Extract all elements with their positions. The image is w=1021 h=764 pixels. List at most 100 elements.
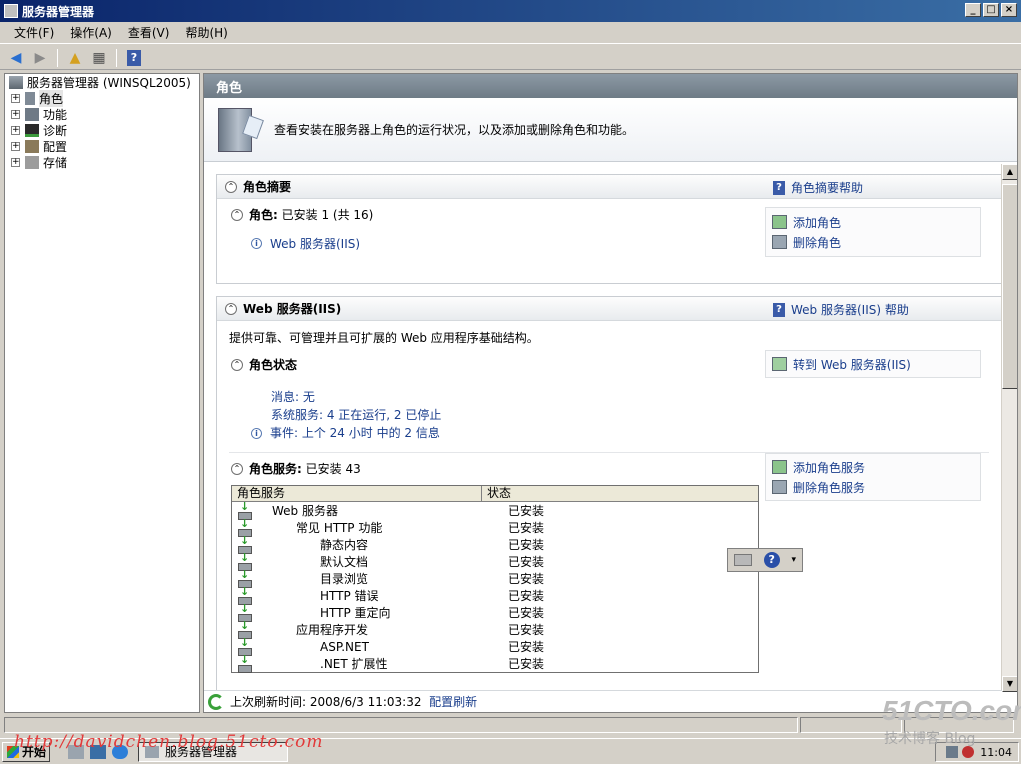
- web-server-help-link[interactable]: ? Web 服务器(IIS) 帮助: [773, 301, 909, 318]
- table-header: 角色服务 状态: [232, 486, 758, 502]
- minimize-button[interactable]: _: [965, 3, 981, 17]
- maximize-button[interactable]: □: [983, 3, 999, 17]
- table-row[interactable]: 应用程序开发 已安装: [232, 619, 758, 639]
- watermark-logo: 51CTO.com: [882, 695, 1021, 726]
- tree-root[interactable]: 服务器管理器 (WINSQL2005): [5, 74, 199, 90]
- table-row[interactable]: HTTP 重定向 已安装: [232, 602, 758, 622]
- refresh-icon[interactable]: [208, 693, 224, 710]
- status-panel: [4, 717, 798, 733]
- collapse-icon[interactable]: ⌃: [231, 208, 243, 221]
- role-service-name: .NET 扩展性: [320, 657, 388, 671]
- roles-actions: 添加角色 删除角色: [765, 207, 981, 257]
- table-body: Web 服务器已安装常见 HTTP 功能已安装静态内容已安装默认文档已安装目录浏…: [232, 500, 758, 673]
- role-status-subsection: ⌃ 角色状态 消息: 无 系统服务: 4 正在运行, 2 已停止 i 事件: 上个…: [217, 350, 1001, 452]
- menu-action[interactable]: 操作(A): [62, 24, 120, 41]
- table-row[interactable]: 静态内容 已安装: [232, 534, 758, 554]
- expand-icon[interactable]: +: [11, 109, 20, 119]
- help-icon[interactable]: ?: [124, 48, 144, 68]
- navigation-tree: 服务器管理器 (WINSQL2005) + 角色 + 功能 + 诊断 + 配置 …: [4, 73, 200, 713]
- section-title: Web 服务器(IIS): [243, 302, 342, 316]
- tree-item-features[interactable]: + 功能: [5, 106, 199, 122]
- role-service-name: ASP.NET: [320, 639, 369, 654]
- collapse-icon[interactable]: ⌃: [231, 462, 243, 475]
- table-row[interactable]: ASP.NET 已安装: [232, 636, 758, 656]
- info-icon: i: [251, 238, 262, 249]
- remove-service-icon: [772, 480, 787, 494]
- configure-refresh-link[interactable]: 配置刷新: [429, 693, 477, 710]
- role-service-name: Web 服务器: [272, 504, 338, 518]
- remove-roles-link[interactable]: 删除角色: [772, 232, 974, 252]
- table-row[interactable]: 默认文档 已安装: [232, 551, 758, 571]
- intro-text: 查看安装在服务器上角色的运行状况，以及添加或删除角色和功能。: [274, 123, 635, 137]
- tree-item-label: 诊断: [43, 123, 68, 138]
- expand-icon[interactable]: +: [11, 141, 20, 151]
- watermark-logo-subtitle: 技术博客 Blog: [884, 731, 976, 747]
- menu-file[interactable]: 文件(F): [6, 24, 62, 41]
- remove-role-icon: [772, 235, 787, 249]
- tree-item-diagnostics[interactable]: + 诊断: [5, 122, 199, 138]
- add-role-services-link[interactable]: 添加角色服务: [772, 457, 974, 477]
- tree-item-roles[interactable]: + 角色: [5, 89, 199, 107]
- web-server-section: ⌃ Web 服务器(IIS) ? Web 服务器(IIS) 帮助 提供可靠、可管…: [216, 296, 1002, 694]
- collapse-icon[interactable]: ⌃: [225, 302, 237, 315]
- table-row[interactable]: 目录浏览 已安装: [232, 568, 758, 588]
- scroll-thumb[interactable]: [1002, 184, 1017, 389]
- role-service-status: 已安装: [508, 521, 545, 535]
- tree-root-label: 服务器管理器 (WINSQL2005): [27, 75, 191, 90]
- roles-summary-section: ⌃ 角色摘要 ? 角色摘要帮助 ⌃ 角色: 已安装 1 (共 16) i Web…: [216, 174, 1002, 284]
- events-status[interactable]: 事件: 上个 24 小时 中的 2 信息: [270, 424, 440, 442]
- intro-banner: 查看安装在服务器上角色的运行状况，以及添加或删除角色和功能。: [204, 98, 1017, 162]
- role-service-name: 应用程序开发: [296, 623, 369, 637]
- remove-role-services-link[interactable]: 删除角色服务: [772, 477, 974, 497]
- show-hide-tree-icon[interactable]: ▦: [89, 48, 109, 68]
- keyboard-icon[interactable]: [733, 554, 752, 566]
- collapse-icon[interactable]: ⌃: [231, 358, 243, 371]
- goto-web-server-link[interactable]: 转到 Web 服务器(IIS): [772, 354, 974, 374]
- help-icon[interactable]: ?: [763, 552, 780, 568]
- role-service-status: 已安装: [508, 538, 545, 552]
- tree-item-storage[interactable]: + 存储: [5, 154, 199, 170]
- close-button[interactable]: ×: [1001, 3, 1017, 17]
- expand-icon[interactable]: +: [11, 125, 20, 135]
- window-title: 服务器管理器: [22, 4, 95, 19]
- clock[interactable]: 11:04: [980, 746, 1012, 759]
- table-row[interactable]: HTTP 错误 已安装: [232, 585, 758, 605]
- column-header-status[interactable]: 状态: [482, 486, 758, 501]
- section-header[interactable]: ⌃ 角色摘要 ? 角色摘要帮助: [217, 175, 1001, 199]
- menu-help[interactable]: 帮助(H): [177, 24, 235, 41]
- vertical-scrollbar[interactable]: ▲ ▼: [1001, 164, 1017, 692]
- server-roles-icon: [218, 107, 252, 152]
- collapse-icon[interactable]: ⌃: [225, 180, 237, 193]
- scroll-up-icon[interactable]: ▲: [1002, 164, 1017, 180]
- table-row[interactable]: Web 服务器 已安装: [232, 500, 758, 520]
- roles-summary-help-link[interactable]: ? 角色摘要帮助: [773, 179, 863, 196]
- installed-icon: [236, 653, 252, 673]
- role-service-status: 已安装: [508, 657, 545, 671]
- table-row[interactable]: .NET 扩展性 已安装: [232, 653, 758, 673]
- add-service-icon: [772, 460, 787, 474]
- expand-icon[interactable]: +: [11, 157, 20, 167]
- section-header[interactable]: ⌃ Web 服务器(IIS) ? Web 服务器(IIS) 帮助: [217, 297, 1001, 321]
- toolbar-divider: [57, 48, 58, 67]
- menu-view[interactable]: 查看(V): [120, 24, 178, 41]
- expand-icon[interactable]: +: [11, 93, 20, 103]
- table-row[interactable]: 常见 HTTP 功能 已安装: [232, 517, 758, 537]
- configuration-icon: [25, 139, 39, 153]
- column-header-role-service[interactable]: 角色服务: [232, 486, 482, 501]
- tree-item-label: 角色: [39, 89, 64, 107]
- tree-item-label: 功能: [43, 107, 68, 122]
- tree-item-configuration[interactable]: + 配置: [5, 138, 199, 154]
- features-icon: [25, 107, 39, 121]
- scroll-content[interactable]: ⌃ 角色摘要 ? 角色摘要帮助 ⌃ 角色: 已安装 1 (共 16) i Web…: [216, 174, 1002, 694]
- pane-header: 角色: [204, 74, 1017, 98]
- dropdown-icon[interactable]: ▾: [792, 555, 797, 565]
- back-arrow-icon[interactable]: ◀: [6, 48, 26, 68]
- system-services-status[interactable]: 系统服务: 4 正在运行, 2 已停止: [271, 406, 1001, 424]
- scroll-down-icon[interactable]: ▼: [1002, 676, 1017, 692]
- add-roles-link[interactable]: 添加角色: [772, 212, 974, 232]
- roles-subsection: ⌃ 角色: 已安装 1 (共 16) i Web 服务器(IIS) 添加角色 删…: [217, 199, 1001, 257]
- details-pane: 角色 查看安装在服务器上角色的运行状况，以及添加或删除角色和功能。 ⌃ 角色摘要…: [203, 73, 1018, 713]
- forward-arrow-icon[interactable]: ▶: [30, 48, 50, 68]
- web-server-role-link[interactable]: Web 服务器(IIS): [270, 235, 360, 252]
- up-folder-icon[interactable]: ▲: [65, 48, 85, 68]
